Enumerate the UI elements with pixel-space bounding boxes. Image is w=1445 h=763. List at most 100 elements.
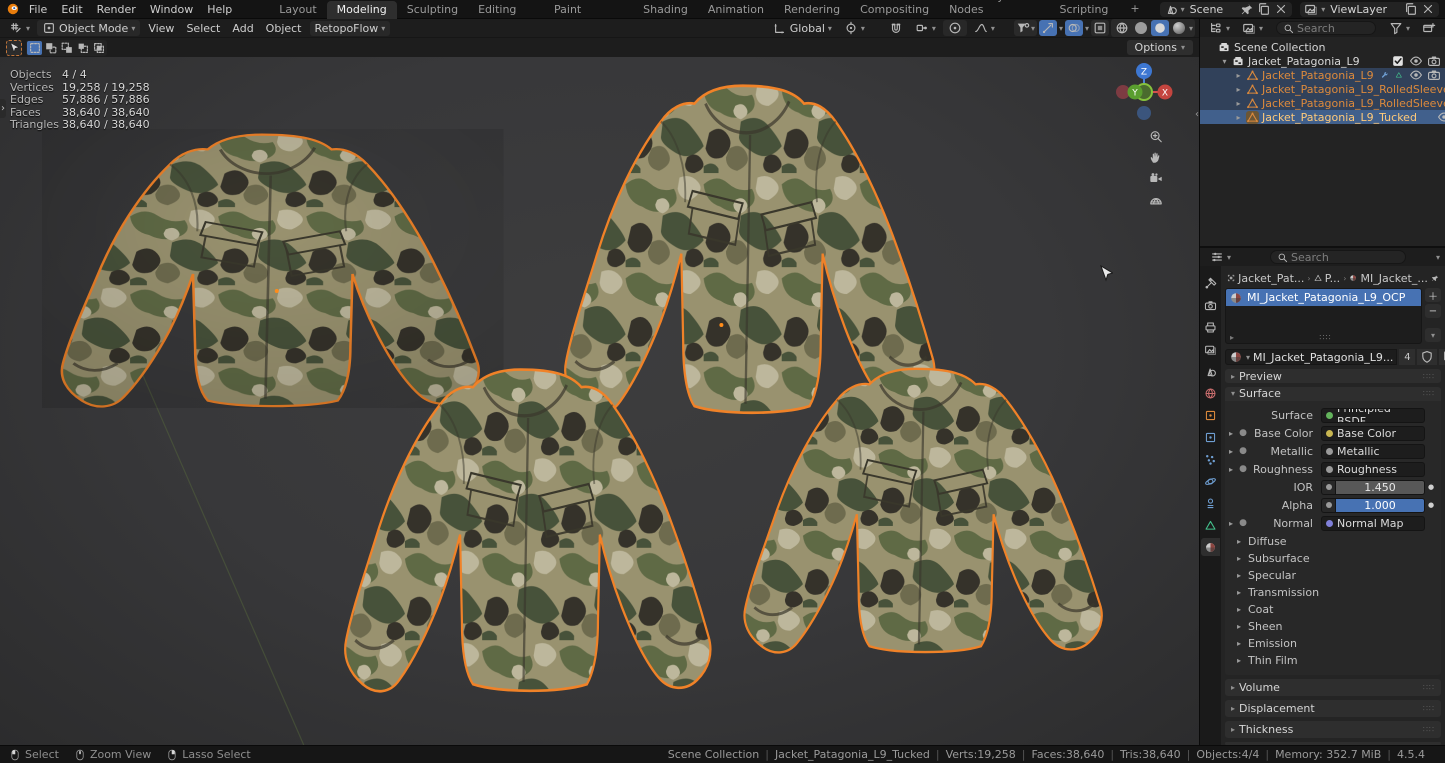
new-viewlayer-icon[interactable]	[1404, 2, 1418, 16]
subpanel-specular[interactable]: ▸Specular	[1225, 567, 1437, 584]
material-slot-row[interactable]: MI_Jacket_Patagonia_L9_OCP	[1226, 289, 1421, 306]
expander-icon[interactable]: ▸	[1234, 85, 1243, 94]
add-slot-button[interactable]: ＋	[1425, 288, 1441, 302]
workspace-tab-geometry-nodes[interactable]: Geometry Nodes	[939, 0, 1049, 19]
subpanel-sheen[interactable]: ▸Sheen	[1225, 618, 1437, 635]
options-dropdown[interactable]: Options▾	[1127, 40, 1193, 55]
remove-slot-button[interactable]: −	[1425, 304, 1441, 318]
subpanel-thin-film[interactable]: ▸Thin Film	[1225, 652, 1437, 669]
select-mode-set[interactable]	[27, 41, 42, 55]
mode-dropdown[interactable]: Object Mode▾	[37, 20, 140, 36]
decorator-dot[interactable]: ●	[1425, 483, 1437, 491]
select-mode-invert[interactable]	[75, 41, 90, 55]
material-id-field[interactable]: ▾ MI_Jacket_Patagonia_L9...	[1225, 349, 1397, 365]
outliner-row[interactable]: ▸Jacket_Patagonia_L9	[1200, 68, 1445, 82]
hide-eye-icon[interactable]	[1409, 68, 1423, 82]
pin-id-icon[interactable]	[1431, 271, 1439, 285]
panel-grip[interactable]: ∷∷	[1423, 704, 1435, 713]
viewport-menu-add[interactable]: Add	[226, 21, 259, 36]
navigation-gizmo[interactable]: Z X Y	[1111, 59, 1177, 125]
new-collection-button[interactable]	[1417, 20, 1441, 36]
workspace-tab-animation[interactable]: Animation	[698, 1, 774, 19]
value-slider[interactable]: 1.000	[1336, 498, 1425, 513]
value-slider[interactable]: 1.450	[1336, 480, 1425, 495]
preview-panel-header[interactable]: ▸Preview∷∷	[1225, 369, 1441, 383]
active-tool-button[interactable]	[6, 40, 22, 56]
select-mode-intersect[interactable]	[91, 41, 106, 55]
outliner-row[interactable]: ▾Jacket_Patagonia_L9	[1200, 54, 1445, 68]
properties-tab-scene[interactable]	[1201, 362, 1220, 380]
menu-edit[interactable]: Edit	[54, 2, 89, 17]
users-count-button[interactable]: 4	[1399, 349, 1415, 365]
proportional-edit-toggle[interactable]	[943, 20, 967, 36]
properties-tab-world[interactable]	[1201, 384, 1220, 402]
breadcrumb-data[interactable]: P...	[1325, 272, 1340, 285]
properties-tab-constraints[interactable]	[1201, 494, 1220, 512]
menu-help[interactable]: Help	[200, 2, 239, 17]
overlays-toggle[interactable]	[1065, 20, 1083, 36]
disable-render-icon[interactable]	[1427, 68, 1441, 82]
workspace-tab-layout[interactable]: Layout	[269, 1, 326, 19]
jacket-object-2[interactable]	[565, 86, 934, 413]
outliner-row[interactable]: Scene Collection	[1200, 40, 1445, 54]
snap-target-dropdown[interactable]: ▾	[910, 20, 941, 36]
workspace-tab-uv-editing[interactable]: UV Editing	[468, 0, 544, 19]
viewlayer-selector[interactable]: ▾ ViewLayer	[1300, 2, 1439, 17]
properties-tab-tool[interactable]	[1201, 274, 1220, 292]
node-input-field[interactable]: Metallic	[1321, 444, 1425, 459]
expand-arrow[interactable]: ▸	[1225, 429, 1237, 438]
subpanel-coat[interactable]: ▸Coat	[1225, 601, 1437, 618]
workspace-tab-scripting[interactable]: Scripting	[1050, 1, 1119, 19]
show-object-types-dropdown[interactable]: ▾	[1014, 20, 1037, 36]
node-input-field[interactable]: Roughness	[1321, 462, 1425, 477]
shading-rendered-button[interactable]	[1171, 21, 1187, 35]
outliner-row[interactable]: ▸Jacket_Patagonia_L9_Tucked	[1200, 110, 1445, 124]
panel-header-volume[interactable]: ▸Volume∷∷	[1225, 679, 1441, 696]
viewport-3d[interactable]: Objects4 / 4Vertices19,258 / 19,258Edges…	[0, 57, 1199, 745]
falloff-dropdown[interactable]: ▾	[969, 20, 1000, 36]
select-mode-extend[interactable]	[43, 41, 58, 55]
scene-selector[interactable]: ▾ Scene	[1160, 2, 1293, 17]
menu-render[interactable]: Render	[90, 2, 143, 17]
decorator-dot[interactable]: ●	[1425, 501, 1437, 509]
menu-file[interactable]: File	[22, 2, 54, 17]
add-workspace-button[interactable]: +	[1120, 0, 1149, 18]
gizmos-toggle[interactable]	[1039, 20, 1057, 36]
outliner-search[interactable]: Search	[1276, 21, 1376, 35]
panel-header-displacement[interactable]: ▸Displacement∷∷	[1225, 700, 1441, 717]
workspace-tab-texture-paint[interactable]: Texture Paint	[544, 0, 633, 19]
workspace-tab-modeling[interactable]: Modeling	[327, 1, 397, 19]
subpanel-diffuse[interactable]: ▸Diffuse	[1225, 533, 1437, 550]
jacket-object-3[interactable]	[345, 370, 710, 692]
expander-icon[interactable]: ▸	[1234, 99, 1243, 108]
node-input-field[interactable]: Normal Map	[1321, 516, 1425, 531]
select-mode-subtract[interactable]	[59, 41, 74, 55]
panel-grip[interactable]: ∷∷	[1423, 683, 1435, 692]
socket-connect-button[interactable]	[1321, 498, 1336, 513]
node-input-field[interactable]: Base Color	[1321, 426, 1425, 441]
surface-panel-header[interactable]: ▾Surface∷∷	[1225, 387, 1441, 401]
properties-tab-output[interactable]	[1201, 318, 1220, 336]
breadcrumb-object[interactable]: Jacket_Pat...	[1238, 272, 1304, 285]
properties-editor-type-button[interactable]: ▾	[1205, 249, 1236, 265]
collection-checkbox[interactable]	[1391, 54, 1405, 68]
snap-toggle[interactable]	[884, 20, 908, 36]
subpanel-emission[interactable]: ▸Emission	[1225, 635, 1437, 652]
shading-material-button[interactable]	[1151, 20, 1169, 36]
shading-solid-button[interactable]	[1133, 21, 1149, 35]
properties-tab-physics[interactable]	[1201, 472, 1220, 490]
shading-wireframe-button[interactable]	[1113, 20, 1131, 36]
viewport-menu-select[interactable]: Select	[180, 21, 226, 36]
workspace-tab-sculpting[interactable]: Sculpting	[397, 1, 468, 19]
perspective-toggle-button[interactable]	[1145, 188, 1167, 210]
panel-grip[interactable]: ∷∷	[1423, 725, 1435, 734]
expander-icon[interactable]: ▾	[1220, 57, 1229, 66]
properties-tab-particles[interactable]	[1201, 450, 1220, 468]
pan-button[interactable]	[1145, 146, 1167, 168]
viewport-menu-view[interactable]: View	[142, 21, 180, 36]
properties-options-chevron[interactable]: ▾	[1436, 253, 1440, 262]
pivot-point-dropdown[interactable]: ▾	[839, 20, 870, 36]
expander-icon[interactable]: ▸	[1234, 71, 1243, 80]
new-material-button[interactable]	[1439, 349, 1445, 365]
camera-view-button[interactable]	[1145, 167, 1167, 189]
